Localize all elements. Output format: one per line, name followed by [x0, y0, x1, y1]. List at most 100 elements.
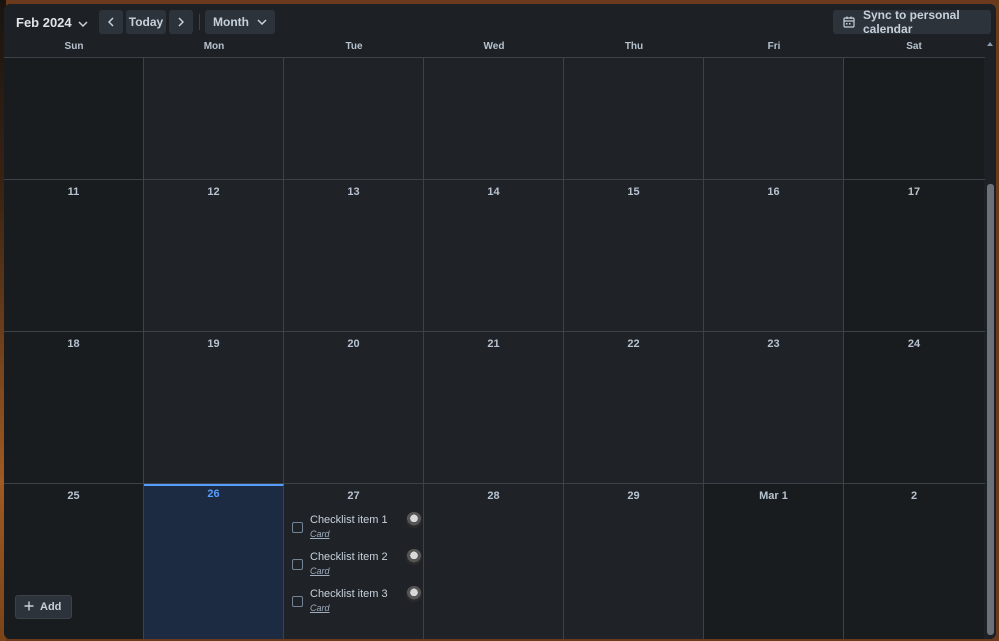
day-cell[interactable]: 24 — [844, 332, 984, 483]
day-number: 12 — [207, 186, 220, 198]
task-title: Checklist item 2 — [310, 551, 388, 563]
vertical-scrollbar[interactable] — [985, 40, 996, 639]
day-cell[interactable]: 27 Checklist item 1 Card Checklist item … — [284, 484, 424, 639]
day-number: 22 — [627, 338, 640, 350]
day-number: 13 — [347, 186, 360, 198]
day-number: 20 — [347, 338, 360, 350]
week-row — [4, 58, 985, 180]
task-checkbox[interactable] — [292, 559, 303, 570]
scrollbar-thumb[interactable] — [987, 184, 994, 635]
day-number — [844, 58, 984, 64]
day-cell[interactable]: 2 — [844, 484, 984, 639]
checklist-task[interactable]: Checklist item 1 Card — [290, 512, 422, 544]
day-number: 18 — [67, 338, 80, 350]
day-cell-today[interactable]: 26 — [144, 484, 284, 639]
day-cell[interactable] — [284, 58, 424, 179]
weekday-label: Wed — [483, 41, 505, 52]
sync-calendar-button[interactable]: Sync to personal calendar — [833, 8, 991, 36]
day-number: 14 — [487, 186, 500, 198]
day-cell[interactable]: 22 — [564, 332, 704, 483]
day-cell[interactable]: 17 — [844, 180, 984, 331]
day-number — [564, 58, 703, 64]
day-number: 16 — [767, 186, 780, 198]
day-cell[interactable]: 16 — [704, 180, 844, 331]
day-cell[interactable]: 13 — [284, 180, 424, 331]
previous-month-button[interactable] — [99, 10, 123, 34]
chevron-left-icon — [108, 17, 114, 27]
day-number: Mar 1 — [759, 490, 788, 502]
day-cell[interactable] — [844, 58, 984, 179]
day-cell[interactable]: 23 — [704, 332, 844, 483]
weekday-label: Fri — [767, 41, 781, 52]
day-number — [284, 58, 423, 64]
day-number — [424, 58, 563, 64]
month-picker[interactable]: Feb 2024 — [10, 10, 94, 34]
avatar — [406, 549, 422, 565]
day-cell[interactable]: 29 — [564, 484, 704, 639]
day-cell[interactable]: 12 — [144, 180, 284, 331]
weekday-label: Sat — [906, 41, 922, 52]
week-row: 18 19 20 21 22 23 24 — [4, 332, 985, 484]
day-cell[interactable]: 20 — [284, 332, 424, 483]
task-checkbox[interactable] — [292, 596, 303, 607]
day-number: 24 — [907, 338, 921, 350]
add-button[interactable]: Add — [15, 595, 72, 619]
card-link[interactable]: Card — [310, 529, 330, 539]
day-cell[interactable] — [144, 58, 284, 179]
card-link[interactable]: Card — [310, 566, 330, 576]
scroll-up-arrow-icon[interactable] — [987, 42, 993, 46]
view-label: Month — [213, 15, 249, 29]
day-cell[interactable]: 15 — [564, 180, 704, 331]
day-cell[interactable]: Mar 1 — [704, 484, 844, 639]
day-cell[interactable]: 18 — [4, 332, 144, 483]
day-cell[interactable] — [704, 58, 844, 179]
day-cell[interactable]: 11 — [4, 180, 144, 331]
day-number: 19 — [207, 338, 220, 350]
day-cell[interactable]: 28 — [424, 484, 564, 639]
calendar-icon — [843, 16, 855, 28]
task-checkbox[interactable] — [292, 522, 303, 533]
chevron-down-icon — [257, 19, 267, 25]
chevron-right-icon — [178, 17, 184, 27]
day-number: 26 — [207, 488, 220, 500]
day-number — [144, 58, 283, 64]
day-cell[interactable]: 19 — [144, 332, 284, 483]
day-cell[interactable]: 14 — [424, 180, 564, 331]
today-button[interactable]: Today — [126, 10, 166, 34]
checklist-task[interactable]: Checklist item 3 Card — [290, 586, 422, 618]
calendar-view: Feb 2024 Today Month Sync to personal ca… — [4, 4, 996, 639]
task-title: Checklist item 3 — [310, 588, 388, 600]
day-cell[interactable]: 21 — [424, 332, 564, 483]
day-number: 21 — [487, 338, 500, 350]
week-row: 11 12 13 14 15 16 17 — [4, 180, 985, 332]
sync-label: Sync to personal calendar — [863, 8, 960, 36]
day-number: 25 — [67, 490, 80, 502]
day-number: 17 — [907, 186, 921, 198]
calendar-toolbar: Feb 2024 Today Month Sync to personal ca… — [4, 4, 996, 40]
weekday-label: Sun — [64, 41, 84, 52]
weekday-label: Mon — [203, 41, 225, 52]
month-grid: 11 12 13 14 15 16 17 18 19 20 21 22 23 2… — [4, 58, 985, 639]
chevron-down-icon — [78, 15, 88, 30]
week-row: 25 26 27 Checklist item 1 Card Checklist… — [4, 484, 985, 639]
day-number: 15 — [627, 186, 640, 198]
view-selector[interactable]: Month — [205, 10, 275, 34]
weekday-header: Sun Mon Tue Wed Thu Fri Sat — [4, 40, 985, 58]
month-label: Feb 2024 — [16, 14, 72, 30]
day-cell[interactable] — [424, 58, 564, 179]
plus-icon — [24, 601, 34, 614]
checklist-task[interactable]: Checklist item 2 Card — [290, 549, 422, 581]
weekday-label: Tue — [345, 41, 363, 52]
next-month-button[interactable] — [169, 10, 193, 34]
day-number: 11 — [67, 186, 80, 198]
day-number: 29 — [627, 490, 640, 502]
weekday-label: Thu — [624, 41, 644, 52]
avatar — [406, 586, 422, 602]
toolbar-divider — [199, 14, 200, 30]
day-number: 23 — [767, 338, 780, 350]
day-number — [704, 58, 843, 64]
card-link[interactable]: Card — [310, 603, 330, 613]
day-number: 2 — [910, 490, 918, 502]
day-cell[interactable] — [564, 58, 704, 179]
day-cell[interactable] — [4, 58, 144, 179]
